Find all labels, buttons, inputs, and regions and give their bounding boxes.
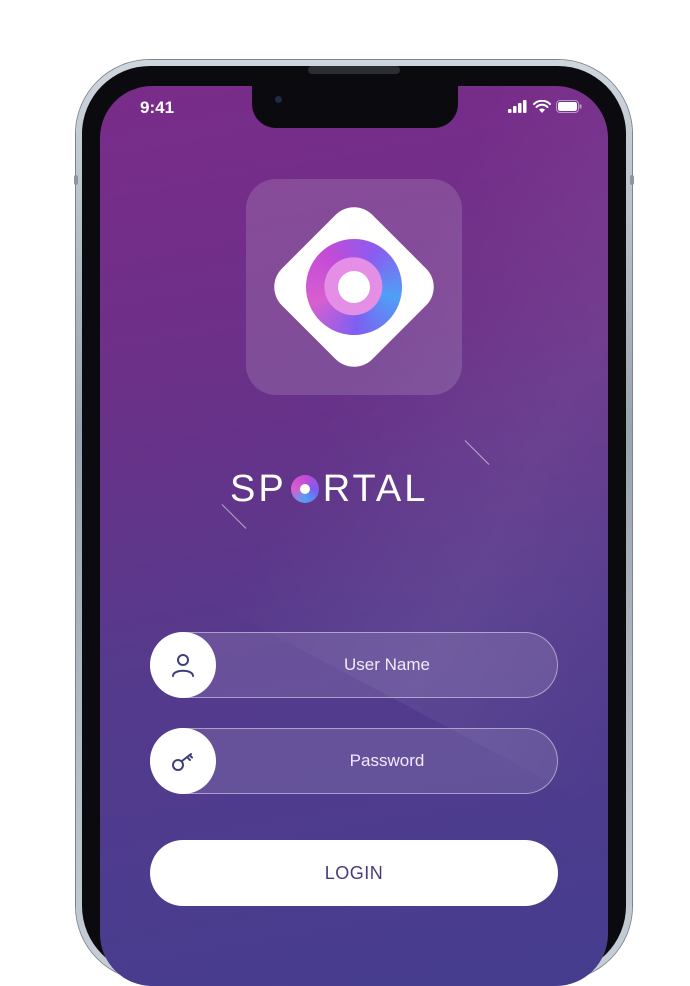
cellular-signal-icon: [508, 100, 527, 113]
phone-side-button: [74, 175, 78, 185]
brand-wordmark-suffix: RTAL: [322, 467, 429, 510]
status-icons: [508, 100, 582, 113]
brand-wordmark-prefix: SP: [230, 467, 287, 510]
front-camera: [275, 96, 282, 103]
user-icon: [150, 632, 216, 698]
app-screen: 9:41 SP RTAL User Name Password LOGIN: [100, 86, 608, 986]
logo-ring-inner: [312, 245, 395, 328]
password-placeholder: Password: [349, 751, 425, 770]
phone-side-button: [630, 175, 634, 185]
brand-wordmark: SP RTAL: [230, 464, 490, 514]
wifi-icon: [533, 100, 551, 113]
username-placeholder: User Name: [344, 655, 430, 674]
brand-o-ring-icon: [290, 475, 319, 503]
app-logo-tile: [246, 179, 462, 395]
sportal-logo-icon: [286, 219, 422, 355]
battery-icon: [556, 100, 582, 113]
status-time: 9:41: [140, 98, 175, 117]
password-field[interactable]: Password: [150, 728, 558, 794]
login-button[interactable]: LOGIN: [150, 840, 558, 906]
logo-ring-hole: [331, 264, 377, 310]
key-icon: [150, 728, 216, 794]
phone-notch: [252, 86, 458, 128]
earpiece-speaker: [308, 66, 400, 74]
username-field[interactable]: User Name: [150, 632, 558, 698]
